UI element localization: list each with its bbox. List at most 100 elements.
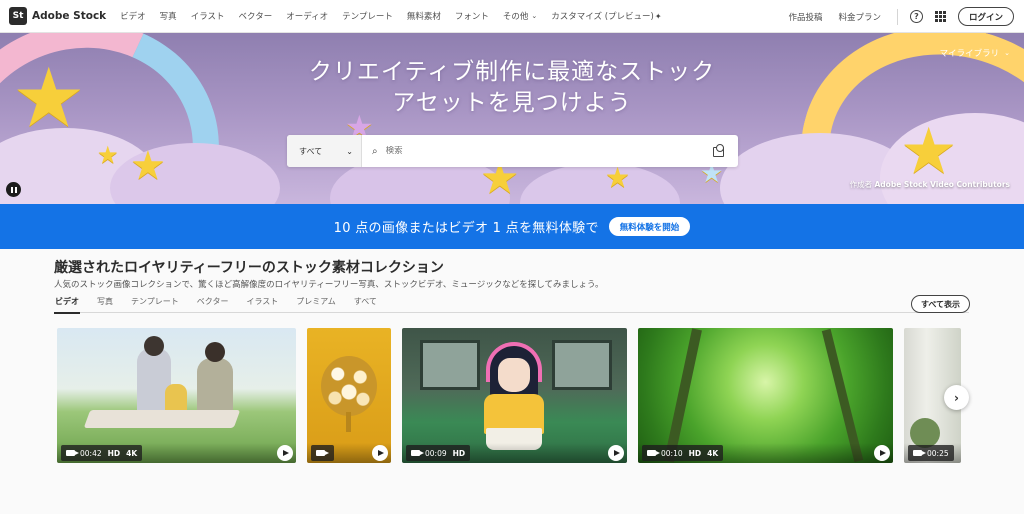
nav-right: 作品投稿 料金プラン ? ログイン [788,0,1014,33]
tab-all[interactable]: すべて [353,296,378,313]
tab-vectors[interactable]: ベクター [196,296,230,313]
tab-templates[interactable]: テンプレート [130,296,180,313]
play-icon[interactable] [372,445,388,461]
nav-item-customize-label: カスタマイズ (プレビュー) [551,12,654,22]
video-quality: 4K [126,448,138,458]
nav-item-audio[interactable]: オーディオ [286,10,328,22]
video-duration: 00:10 [661,448,683,458]
search-input[interactable] [385,146,686,156]
video-quality: HD [107,448,121,458]
app-switcher-icon[interactable] [934,11,946,22]
video-card-golden-spheres[interactable] [307,328,391,463]
pause-icon-bar [14,186,17,193]
nav-item-photos[interactable]: 写真 [160,10,177,22]
hero-banner: ★ ★ ★ ★ ★ ★ ★ ★ クリエイティブ制作に最適なストック アセットを見… [0,33,1024,204]
thumbnail-window [420,340,480,390]
tab-video[interactable]: ビデオ [54,296,80,314]
nav-item-customize[interactable]: カスタマイズ (プレビュー) ✦ [551,10,662,23]
sparkle-icon: ✦ [654,11,662,21]
login-button[interactable]: ログイン [957,7,1014,26]
my-library-label: マイライブラリ [939,49,1000,59]
star-decoration: ★ [130,143,166,189]
thumbnail-figure [144,336,164,356]
cloud [520,163,680,204]
play-icon[interactable] [277,445,293,461]
card-overlay: 00:42 HD 4K [57,443,296,463]
video-duration: 00:25 [927,448,949,458]
video-camera-icon [66,450,79,456]
video-camera-icon [316,450,329,456]
search-field: ⌕ [362,135,712,167]
video-info-badge: 00:42 HD 4K [61,445,143,461]
thumbnail-headphones [486,342,542,382]
tab-illustrations[interactable]: イラスト [245,296,279,313]
hero-credit: 作成者 Adobe Stock Video Contributors [850,179,1010,190]
search-category-select[interactable]: すべて ⌄ [287,135,362,167]
credit-author[interactable]: Adobe Stock Video Contributors [875,180,1011,189]
video-duration: 00:42 [80,448,102,458]
hero-title: クリエイティブ制作に最適なストック アセットを見つけよう [0,57,1024,119]
collection-tabs: ビデオ 写真 テンプレート ベクター イラスト プレミアム すべて [54,296,969,314]
thumbnail-blanket [83,410,241,428]
hero-title-line2: アセットを見つけよう [392,90,632,116]
logo-text: Adobe Stock [32,10,107,22]
top-navigation: St Adobe Stock ビデオ 写真 イラスト ベクター オーディオ テン… [0,0,1024,33]
thumbnail-figure [205,342,225,362]
chevron-down-icon: ⌄ [346,146,353,156]
nav-item-video[interactable]: ビデオ [120,10,146,22]
carousel-next-button[interactable]: › [944,385,969,410]
star-decoration: ★ [97,141,119,169]
nav-item-fonts[interactable]: フォント [455,10,489,22]
nav-item-more-label: その他 [502,12,529,22]
video-card-anime-girl[interactable]: 00:09 HD [402,328,627,463]
pause-icon-bar [10,186,13,193]
search-bar: すべて ⌄ ⌕ [287,135,738,167]
chevron-down-icon: ⌄ [1004,49,1010,57]
thumbnail-stem [346,412,351,432]
tab-photos[interactable]: 写真 [96,296,114,313]
video-card-family-picnic[interactable]: 00:42 HD 4K [57,328,296,463]
chevron-down-icon: ⌄ [531,12,538,20]
show-all-button[interactable]: すべて表示 [911,295,970,313]
video-info-badge: 00:09 HD [406,445,471,461]
video-info-badge [311,445,334,461]
stock-logo-icon: St [9,7,27,25]
start-free-trial-button[interactable]: 無料体験を開始 [608,217,691,236]
video-quality: HD [688,448,702,458]
card-overlay: 00:25 [904,443,961,463]
card-overlay: 00:09 HD [402,443,627,463]
pause-button[interactable] [6,182,21,197]
play-icon[interactable] [874,445,890,461]
collection-subtitle: 人気のストック画像コレクションで、驚くほど高解像度のロイヤリティーフリー写真、ス… [54,280,604,290]
pricing-link[interactable]: 料金プラン [838,11,881,23]
nav-item-templates[interactable]: テンプレート [342,10,393,22]
search-icon: ⌕ [372,145,378,157]
video-camera-icon [647,450,660,456]
search-category-label: すべて [299,146,323,156]
my-library-menu[interactable]: マイライブラリ ⌄ [940,47,1010,59]
card-overlay: 00:10 HD 4K [638,443,893,463]
star-mascot: ★ [900,115,958,189]
thumbnail-sphere-cluster [321,356,377,416]
visual-search-icon[interactable] [712,144,726,158]
help-icon[interactable]: ? [909,10,923,23]
contribute-link[interactable]: 作品投稿 [788,11,822,23]
video-card-forest-canopy[interactable]: 00:10 HD 4K [638,328,893,463]
nav-item-vectors[interactable]: ベクター [239,10,273,22]
video-duration: 00:09 [425,448,447,458]
promo-bar: 10 点の画像またはビデオ 1 点を無料体験で 無料体験を開始 [0,204,1024,249]
adobe-stock-logo[interactable]: St Adobe Stock [9,7,106,25]
hero-title-line1: クリエイティブ制作に最適なストック [308,59,716,85]
promo-text: 10 点の画像またはビデオ 1 点を無料体験で [333,221,599,236]
play-icon[interactable] [608,445,624,461]
video-info-badge: 00:25 [908,445,954,461]
tab-premium[interactable]: プレミアム [295,296,336,313]
thumbnail-window [552,340,612,390]
nav-item-illustrations[interactable]: イラスト [191,10,225,22]
nav-item-free[interactable]: 無料素材 [407,10,441,22]
video-info-badge: 00:10 HD 4K [642,445,724,461]
video-camera-icon [913,450,926,456]
collection-title: 厳選されたロイヤリティーフリーのストック素材コレクション [54,260,444,276]
video-quality: 4K [707,448,719,458]
nav-item-more[interactable]: その他 ⌄ [503,10,537,22]
